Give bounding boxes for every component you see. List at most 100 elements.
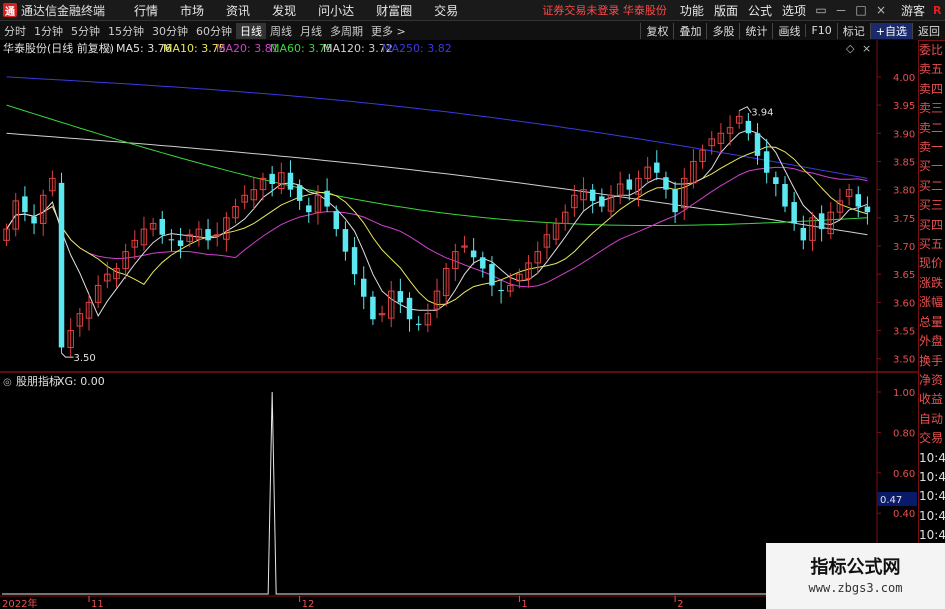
period-tab-fenshi[interactable]: 分时 [0, 23, 30, 39]
candle-body[interactable] [818, 213, 825, 230]
menu-zixun[interactable]: 资讯 [215, 2, 261, 19]
side-item[interactable]: 卖三 [919, 99, 945, 118]
candle-body[interactable] [31, 216, 37, 224]
side-item[interactable]: 涨跌 [919, 274, 945, 293]
tab-duogu[interactable]: 多股 [706, 22, 739, 39]
side-item[interactable]: 卖五 [919, 60, 945, 79]
side-item[interactable]: 外盘 [919, 332, 945, 351]
candle-body[interactable] [306, 205, 312, 213]
candle-body[interactable] [333, 211, 340, 230]
minimize-icon[interactable]: － [831, 2, 851, 19]
side-item[interactable]: 现价 [919, 254, 945, 273]
candle-body[interactable] [324, 190, 330, 207]
restore-icon[interactable]: ▭ [811, 3, 831, 17]
menu-gongshi[interactable]: 公式 [743, 2, 777, 19]
candle-body[interactable] [351, 247, 358, 275]
tab-diejia[interactable]: 叠加 [673, 22, 706, 39]
side-item[interactable]: 总量 [919, 313, 945, 332]
side-item[interactable]: 委比 [919, 41, 945, 60]
period-tab-15min[interactable]: 15分钟 [104, 23, 148, 39]
candle-body[interactable] [489, 264, 495, 286]
menu-wenxiaoda[interactable]: 问小达 [307, 2, 365, 19]
period-tab-60min[interactable]: 60分钟 [192, 23, 236, 39]
candle-body[interactable] [855, 194, 862, 207]
candle-body[interactable] [406, 297, 413, 320]
candle-body[interactable] [763, 151, 770, 173]
user-guest[interactable]: 游客 [901, 2, 925, 19]
maximize-icon[interactable]: □ [851, 3, 871, 17]
candle-body[interactable] [177, 240, 184, 246]
side-item[interactable]: 自动 [919, 410, 945, 429]
menu-gongneng[interactable]: 功能 [675, 2, 709, 19]
candle-body[interactable] [745, 120, 752, 134]
candle-body[interactable] [342, 229, 349, 252]
candle-body[interactable] [480, 257, 486, 269]
side-item[interactable]: 净资 [919, 371, 945, 390]
menu-jiaoyi[interactable]: 交易 [423, 2, 469, 19]
period-tab-multi[interactable]: 多周期 [326, 23, 367, 39]
candle-body[interactable] [205, 229, 211, 241]
side-item[interactable]: 交易 [919, 429, 945, 448]
side-item[interactable]: 收益 [919, 390, 945, 409]
period-tab-30min[interactable]: 30分钟 [148, 23, 192, 39]
side-item[interactable]: 卖四 [919, 80, 945, 99]
candle-body[interactable] [626, 179, 633, 190]
side-item[interactable]: 买二 [919, 177, 945, 196]
trade-login-notice[interactable]: 证券交易未登录 华泰股份 [542, 2, 667, 18]
side-item[interactable]: 卖一 [919, 138, 945, 157]
menu-hangqing[interactable]: 行情 [123, 2, 169, 19]
candle-body[interactable] [287, 172, 294, 190]
close-chart-icon[interactable]: × [862, 42, 871, 55]
period-tab-1min[interactable]: 1分钟 [30, 23, 67, 39]
tab-tongji[interactable]: 统计 [739, 22, 772, 39]
side-item[interactable]: 买一 [919, 157, 945, 176]
period-tab-monthly[interactable]: 月线 [296, 23, 326, 39]
candle-body[interactable] [22, 196, 28, 213]
side-item[interactable]: 买五 [919, 235, 945, 254]
candle-body[interactable] [296, 185, 303, 201]
candle-body[interactable] [589, 189, 596, 201]
side-item[interactable]: 买三 [919, 196, 945, 215]
candle-body[interactable] [773, 177, 779, 184]
menu-xuanxiang[interactable]: 选项 [777, 2, 811, 19]
close-icon[interactable]: × [871, 3, 891, 17]
tab-biaoji[interactable]: 标记 [836, 22, 870, 39]
candle-body[interactable] [498, 289, 504, 292]
side-item[interactable]: 10:44 [919, 487, 945, 506]
menu-shichang[interactable]: 市场 [169, 2, 215, 19]
tab-huaxian[interactable]: 画线 [772, 22, 805, 39]
candle-body[interactable] [864, 206, 871, 213]
candle-body[interactable] [397, 291, 404, 303]
period-tab-daily[interactable]: 日线 [236, 22, 266, 39]
candle-body[interactable] [654, 162, 660, 173]
side-item[interactable]: 换手 [919, 352, 945, 371]
side-item[interactable]: 卖二 [919, 119, 945, 138]
main-collapse-icon[interactable]: ◎ [103, 44, 112, 55]
candle-body[interactable] [58, 182, 65, 348]
candle-body[interactable] [599, 196, 605, 207]
candle-body[interactable] [672, 189, 678, 213]
menu-faxian[interactable]: 发现 [261, 2, 307, 19]
candle-body[interactable] [159, 218, 166, 235]
tab-fanhui[interactable]: 返回 [912, 22, 945, 39]
side-item[interactable]: 买四 [919, 216, 945, 235]
tab-fuquan[interactable]: 复权 [640, 22, 673, 39]
candle-body[interactable] [360, 278, 367, 297]
candle-body[interactable] [782, 184, 788, 207]
tab-add-watchlist[interactable]: +自选 [869, 22, 912, 39]
menu-banmian[interactable]: 版面 [709, 2, 743, 19]
candle-body[interactable] [663, 177, 669, 190]
period-tab-more[interactable]: 更多 > [367, 23, 410, 39]
indicator-collapse-icon[interactable]: ◎ [3, 377, 12, 388]
candle-body[interactable] [470, 250, 477, 258]
candle-body[interactable] [754, 133, 761, 156]
candle-body[interactable] [791, 202, 797, 224]
period-tab-weekly[interactable]: 周线 [266, 23, 296, 39]
side-item[interactable]: 10:45 [919, 507, 945, 526]
side-item[interactable]: 10:44 [919, 449, 945, 468]
side-item[interactable]: 涨幅 [919, 293, 945, 312]
candle-body[interactable] [800, 227, 807, 241]
menu-caifuquan[interactable]: 财富圈 [365, 2, 423, 19]
kline-chart[interactable]: 华泰股份(日线 前复权) ◎ MA5: 3.76 MA10: 3.75 MA20… [0, 40, 918, 609]
candle-body[interactable] [415, 323, 422, 325]
